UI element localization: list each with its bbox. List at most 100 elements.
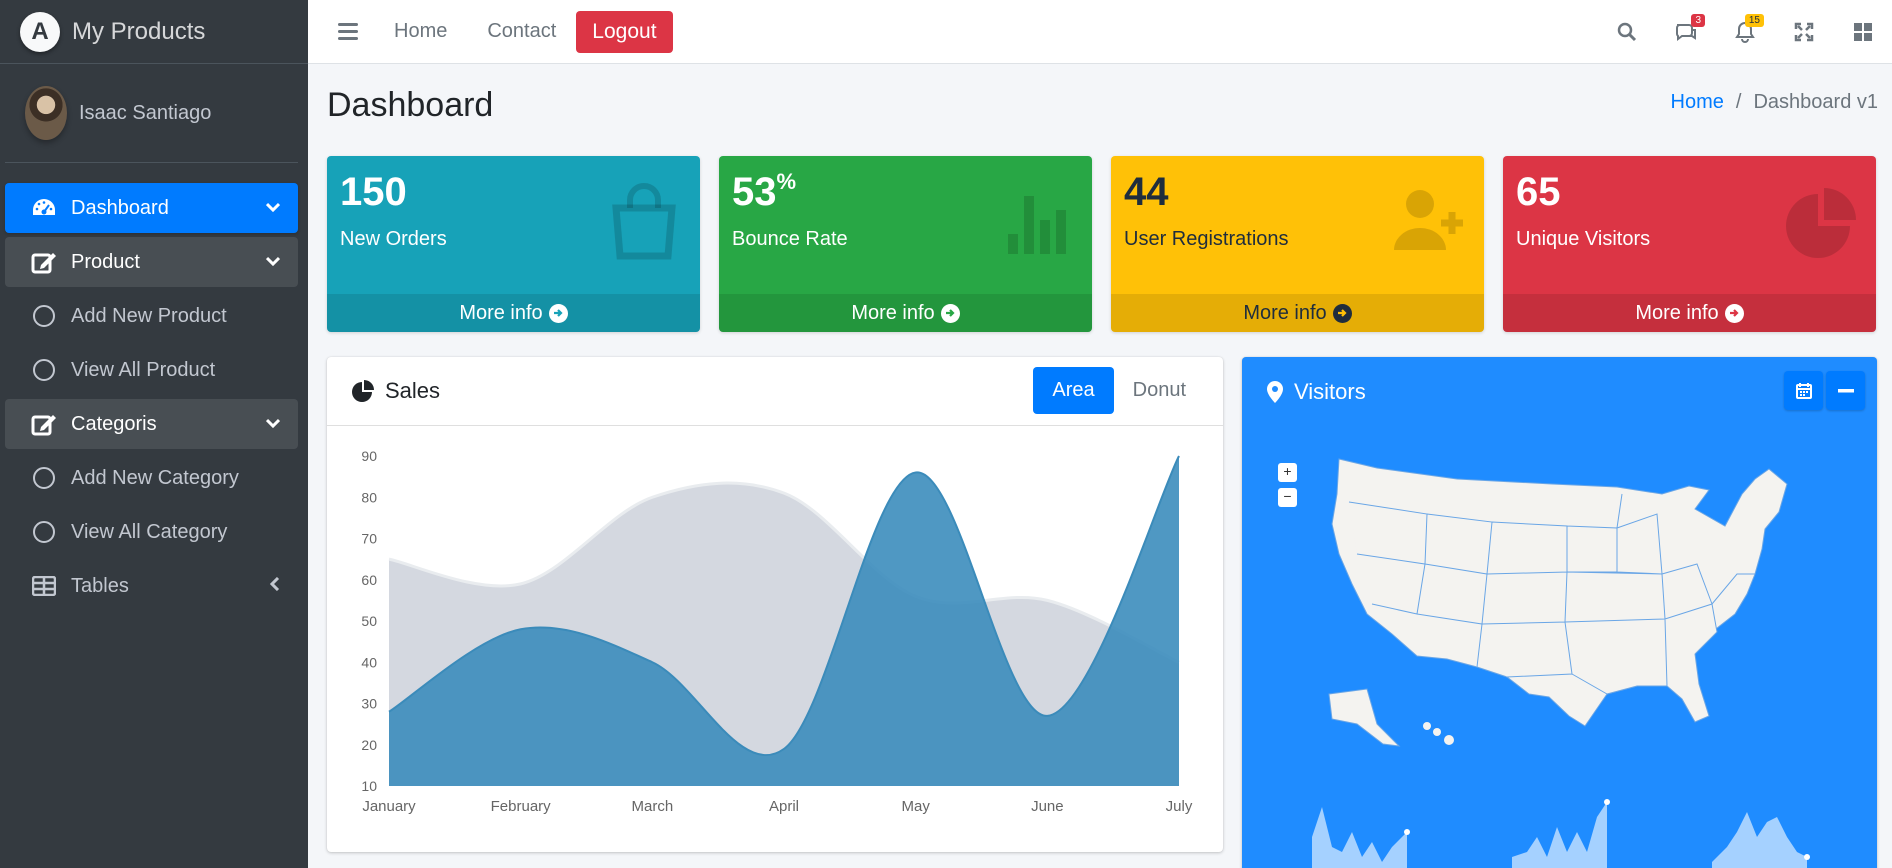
sidebar-item-label: View All Category bbox=[71, 520, 228, 543]
sidebar-item-categoris[interactable]: Categoris bbox=[5, 399, 298, 449]
circle-icon bbox=[33, 305, 55, 327]
user-plus-icon bbox=[1394, 190, 1463, 250]
sidebar-item-tables[interactable]: Tables bbox=[5, 561, 298, 611]
y-tick-label: 20 bbox=[361, 737, 377, 753]
control-sidebar-icon[interactable] bbox=[1833, 0, 1892, 64]
brand-title: My Products bbox=[72, 17, 206, 45]
sidebar-nav: Dashboard Product Add New Product View A… bbox=[0, 183, 308, 611]
arrow-circle-right-icon bbox=[548, 303, 568, 323]
brand-logo: A bbox=[20, 11, 60, 52]
sidebar-item-dashboard[interactable]: Dashboard bbox=[5, 183, 298, 233]
map-zoom-in-button[interactable]: + bbox=[1278, 463, 1297, 482]
sidebar-item-label: Categoris bbox=[71, 412, 157, 435]
visitors-card-title: Visitors bbox=[1294, 378, 1366, 404]
circle-icon bbox=[33, 359, 55, 381]
sales-area-chart: 90 80 70 60 50 40 30 20 10 January February March Ap… bbox=[361, 448, 1193, 815]
sidebar-item-label: Tables bbox=[71, 574, 129, 597]
sidebar-item-add-new-product[interactable]: Add New Product bbox=[5, 291, 298, 341]
tab-area[interactable]: Area bbox=[1033, 367, 1114, 414]
visitors-card: Visitors + − bbox=[1242, 357, 1877, 868]
visitors-sparkline-2 bbox=[1512, 799, 1610, 868]
messages-icon[interactable]: 3 bbox=[1656, 0, 1715, 64]
x-tick-label: June bbox=[1031, 798, 1064, 815]
visitors-card-header: Visitors bbox=[1242, 357, 1877, 426]
circle-icon bbox=[33, 467, 55, 489]
calendar-button[interactable] bbox=[1784, 371, 1823, 410]
visitors-sparkline-3 bbox=[1712, 812, 1810, 868]
small-box-user-registrations: 44 User Registrations More info bbox=[1111, 156, 1484, 332]
x-tick-label: May bbox=[901, 798, 930, 815]
sales-chart-tabs: Area Donut bbox=[1033, 367, 1205, 414]
small-box-new-orders: 150 New Orders More info bbox=[327, 156, 700, 332]
bar-chart-icon bbox=[1008, 196, 1066, 254]
breadcrumb-home[interactable]: Home bbox=[1671, 91, 1724, 114]
minus-icon bbox=[1837, 388, 1854, 392]
arrow-circle-right-icon bbox=[1724, 303, 1744, 323]
arrow-circle-right-icon bbox=[1332, 303, 1352, 323]
more-info-link[interactable]: More info bbox=[1503, 294, 1876, 332]
menu-toggle-icon[interactable] bbox=[338, 19, 358, 44]
sidebar-item-label: Dashboard bbox=[71, 196, 169, 219]
nav-link-home[interactable]: Home bbox=[394, 20, 447, 43]
nav-link-contact[interactable]: Contact bbox=[487, 20, 556, 43]
sidebar-item-product[interactable]: Product bbox=[5, 237, 298, 287]
sales-card-header: Sales Area Donut bbox=[327, 357, 1223, 426]
chevron-down-icon bbox=[265, 415, 281, 433]
edit-icon bbox=[29, 412, 59, 436]
visitors-card-tools bbox=[1781, 371, 1865, 410]
tachometer-icon bbox=[29, 196, 59, 220]
small-box-bounce-rate: 53% Bounce Rate More info bbox=[719, 156, 1092, 332]
y-tick-label: 80 bbox=[361, 489, 377, 505]
page-title: Dashboard bbox=[327, 86, 494, 124]
pie-chart-icon bbox=[351, 379, 375, 403]
breadcrumb: Home / Dashboard v1 bbox=[1671, 91, 1878, 114]
table-icon bbox=[29, 574, 59, 598]
x-tick-label: February bbox=[491, 798, 552, 815]
top-navbar: Home Contact Logout 3 15 bbox=[308, 0, 1892, 64]
pie-chart-icon bbox=[1786, 188, 1856, 258]
y-tick-label: 60 bbox=[361, 572, 377, 588]
notifications-badge: 15 bbox=[1744, 14, 1764, 27]
search-icon[interactable] bbox=[1597, 0, 1656, 64]
chevron-down-icon bbox=[265, 253, 281, 271]
sales-card-title: Sales bbox=[385, 378, 441, 403]
map-zoom-out-button[interactable]: − bbox=[1278, 488, 1297, 507]
x-tick-label: January bbox=[362, 798, 416, 815]
calendar-icon bbox=[1795, 382, 1812, 399]
more-info-link[interactable]: More info bbox=[719, 294, 1092, 332]
more-info-link[interactable]: More info bbox=[327, 294, 700, 332]
user-name[interactable]: Isaac Santiago bbox=[79, 102, 211, 125]
x-tick-label: March bbox=[631, 798, 673, 815]
y-tick-label: 40 bbox=[361, 654, 377, 670]
y-tick-label: 90 bbox=[361, 448, 377, 464]
bell-icon[interactable]: 15 bbox=[1715, 0, 1774, 64]
y-tick-label: 10 bbox=[361, 778, 377, 794]
fullscreen-icon[interactable] bbox=[1774, 0, 1833, 64]
user-panel: Isaac Santiago bbox=[5, 64, 298, 163]
small-box-unique-visitors: 65 Unique Visitors More info bbox=[1503, 156, 1876, 332]
sidebar-item-label: Add New Category bbox=[71, 466, 239, 489]
collapse-button[interactable] bbox=[1826, 371, 1865, 410]
x-tick-label: April bbox=[769, 798, 799, 815]
breadcrumb-current: Dashboard v1 bbox=[1753, 91, 1878, 113]
sales-card: Sales Area Donut 90 80 70 60 50 40 30 20 10 Janua… bbox=[327, 357, 1223, 852]
navbar-right-icons: 3 15 bbox=[1597, 0, 1892, 64]
breadcrumb-separator: / bbox=[1735, 91, 1742, 113]
logout-button[interactable]: Logout bbox=[576, 10, 673, 53]
arrow-circle-right-icon bbox=[940, 303, 960, 323]
usa-map[interactable] bbox=[1317, 454, 1827, 769]
avatar[interactable] bbox=[25, 86, 67, 140]
chevron-left-icon bbox=[269, 576, 280, 596]
more-info-link[interactable]: More info bbox=[1111, 294, 1484, 332]
sidebar-item-view-all-category[interactable]: View All Category bbox=[5, 507, 298, 557]
sidebar: A My Products Isaac Santiago Dashboard P… bbox=[0, 0, 308, 868]
visitors-sparkline-1 bbox=[1312, 807, 1410, 868]
sidebar-item-view-all-product[interactable]: View All Product bbox=[5, 345, 298, 395]
tab-donut[interactable]: Donut bbox=[1114, 367, 1205, 414]
brand-link[interactable]: A My Products bbox=[0, 0, 308, 64]
sidebar-item-add-new-category[interactable]: Add New Category bbox=[5, 453, 298, 503]
sidebar-item-label: Product bbox=[71, 250, 140, 273]
y-tick-label: 30 bbox=[361, 696, 377, 712]
y-tick-label: 70 bbox=[361, 531, 377, 547]
x-tick-label: July bbox=[1166, 798, 1193, 815]
